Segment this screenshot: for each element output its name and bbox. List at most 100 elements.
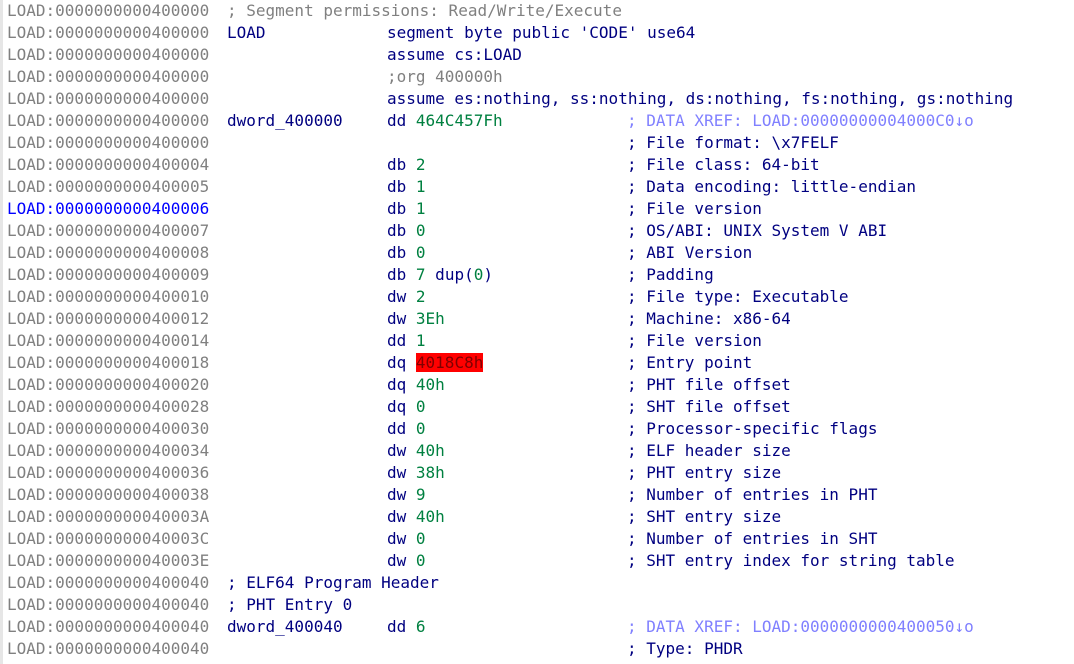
mnemonic: dq (387, 397, 416, 416)
mnemonic: dd (387, 111, 416, 130)
operand[interactable]: 40h (416, 507, 445, 526)
line-address[interactable]: LOAD:0000000000400040 (7, 638, 209, 660)
listing-line[interactable]: LOAD:0000000000400007 db 0 ; OS/ABI: UNIX … (7, 220, 1073, 242)
operand[interactable]: 6 (416, 617, 426, 636)
line-address[interactable]: LOAD:000000000040003C (7, 528, 209, 550)
xref-comment[interactable]: ; DATA XREF: LOAD:00000000004000C0↓o (627, 110, 974, 132)
operand[interactable]: 38h (416, 463, 445, 482)
line-instruction: dq 4018C8h (387, 352, 484, 374)
listing-line[interactable]: LOAD:0000000000400009 db 7 dup(0) ; Paddin… (7, 264, 1073, 286)
listing-line[interactable]: LOAD:000000000040003A dw 40h ; SHT entry s… (7, 506, 1073, 528)
operand[interactable]: 0 (416, 419, 426, 438)
listing-line[interactable]: LOAD:0000000000400010 dw 2 ; File type: Ex… (7, 286, 1073, 308)
listing-line[interactable]: LOAD:0000000000400018 dq 4018C8h ; Entry p… (7, 352, 1073, 374)
line-address[interactable]: LOAD:0000000000400006 (7, 198, 209, 220)
listing-line[interactable]: LOAD:0000000000400028 dq 0 ; SHT file offs… (7, 396, 1073, 418)
line-address[interactable]: LOAD:0000000000400040 (7, 594, 209, 616)
operand[interactable]: 0 (416, 221, 426, 240)
operand[interactable]: 4018C8h (415, 353, 484, 372)
line-address[interactable]: LOAD:0000000000400007 (7, 220, 209, 242)
listing-line[interactable]: LOAD:0000000000400000 dword_400000 dd 464C… (7, 110, 1073, 132)
line-address[interactable]: LOAD:0000000000400000 (7, 132, 209, 154)
line-address[interactable]: LOAD:0000000000400010 (7, 286, 209, 308)
line-address[interactable]: LOAD:0000000000400004 (7, 154, 209, 176)
listing-line[interactable]: LOAD:0000000000400004 db 2 ; File class: 6… (7, 154, 1073, 176)
operand[interactable]: 40h (416, 375, 445, 394)
listing-line[interactable]: LOAD:0000000000400040 dword_400040 dd 6 ; D… (7, 616, 1073, 638)
listing-line[interactable]: LOAD:0000000000400020 dq 40h ; PHT file of… (7, 374, 1073, 396)
line-address[interactable]: LOAD:0000000000400012 (7, 308, 209, 330)
line-address[interactable]: LOAD:0000000000400009 (7, 264, 209, 286)
line-label[interactable]: dword_400040 (227, 616, 343, 638)
operand[interactable]: 0 (416, 529, 426, 548)
line-address[interactable]: LOAD:0000000000400000 (7, 88, 209, 110)
operand[interactable]: 2 (416, 287, 426, 306)
line-instruction: dw 0 (387, 550, 426, 572)
operand[interactable]: 1 (416, 199, 426, 218)
line-comment: ; Type: PHDR (627, 639, 743, 658)
listing-line[interactable]: LOAD:0000000000400000 ; File format: \x7F… (7, 132, 1073, 154)
operand[interactable]: 0 (416, 397, 426, 416)
listing-line[interactable]: LOAD:0000000000400040 ; Type: PHDR (7, 638, 1073, 660)
disassembly-listing[interactable]: LOAD:0000000000400000 ; Segment permissio… (0, 0, 1074, 664)
listing-line[interactable]: LOAD:0000000000400040 ; ELF64 Program Hea… (7, 572, 1073, 594)
line-address[interactable]: LOAD:0000000000400000 (7, 66, 209, 88)
line-address[interactable]: LOAD:0000000000400008 (7, 242, 209, 264)
line-comment: ; Entry point (627, 353, 753, 372)
operand[interactable]: 1 (416, 177, 426, 196)
line-instruction: dq 40h (387, 374, 445, 396)
listing-line[interactable]: LOAD:0000000000400038 dw 9 ; Number of ent… (7, 484, 1073, 506)
mnemonic: dw (387, 551, 416, 570)
operand[interactable]: 464C457Fh (416, 111, 503, 130)
listing-line[interactable]: LOAD:0000000000400036 dw 38h ; PHT entry s… (7, 462, 1073, 484)
listing-line[interactable]: LOAD:0000000000400030 dd 0 ; Processor-spe… (7, 418, 1073, 440)
line-address[interactable]: LOAD:0000000000400034 (7, 440, 209, 462)
line-address[interactable]: LOAD:0000000000400038 (7, 484, 209, 506)
line-label[interactable]: LOAD (227, 22, 266, 44)
line-instruction: dw 9 (387, 484, 426, 506)
line-address[interactable]: LOAD:0000000000400000 (7, 0, 209, 22)
line-address[interactable]: LOAD:0000000000400000 (7, 44, 209, 66)
line-instruction: dd 6 (387, 616, 426, 638)
xref-comment[interactable]: ; DATA XREF: LOAD:0000000000400050↓o (627, 616, 974, 638)
listing-line[interactable]: LOAD:0000000000400012 dw 3Eh ; Machine: x8… (7, 308, 1073, 330)
listing-line[interactable]: LOAD:0000000000400006 db 1 ; File version (7, 198, 1073, 220)
line-address[interactable]: LOAD:000000000040003A (7, 506, 209, 528)
operand[interactable]: 7 (416, 265, 426, 284)
listing-line[interactable]: LOAD:0000000000400014 dd 1 ; File version (7, 330, 1073, 352)
listing-line[interactable]: LOAD:0000000000400000 assume cs:LOAD (7, 44, 1073, 66)
line-comment: ; SHT entry index for string table (627, 551, 955, 570)
listing-line[interactable]: LOAD:000000000040003E dw 0 ; SHT entry ind… (7, 550, 1073, 572)
line-address[interactable]: LOAD:0000000000400040 (7, 616, 209, 638)
line-address[interactable]: LOAD:0000000000400000 (7, 22, 209, 44)
line-comment: ; File class: 64-bit (627, 155, 820, 174)
line-address[interactable]: LOAD:000000000040003E (7, 550, 209, 572)
listing-line[interactable]: LOAD:0000000000400000 assume es:nothing, … (7, 88, 1073, 110)
listing-line[interactable]: LOAD:0000000000400000 LOAD segment byte pu… (7, 22, 1073, 44)
line-comment: ; Machine: x86-64 (627, 309, 791, 328)
listing-line[interactable]: LOAD:0000000000400005 db 1 ; Data encoding… (7, 176, 1073, 198)
listing-line[interactable]: LOAD:0000000000400034 dw 40h ; ELF header … (7, 440, 1073, 462)
listing-line[interactable]: LOAD:0000000000400040 ; PHT Entry 0 (7, 594, 1073, 616)
operand[interactable]: 0 (416, 243, 426, 262)
line-address[interactable]: LOAD:0000000000400005 (7, 176, 209, 198)
line-address[interactable]: LOAD:0000000000400014 (7, 330, 209, 352)
operand[interactable]: 0 (416, 551, 426, 570)
line-address[interactable]: LOAD:0000000000400000 (7, 110, 209, 132)
line-address[interactable]: LOAD:0000000000400028 (7, 396, 209, 418)
line-address[interactable]: LOAD:0000000000400018 (7, 352, 209, 374)
listing-line[interactable]: LOAD:000000000040003C dw 0 ; Number of ent… (7, 528, 1073, 550)
operand[interactable]: 3Eh (416, 309, 445, 328)
listing-line[interactable]: LOAD:0000000000400000 ; Segment permissio… (7, 0, 1073, 22)
listing-line[interactable]: LOAD:0000000000400000 ;org 400000h (7, 66, 1073, 88)
line-address[interactable]: LOAD:0000000000400020 (7, 374, 209, 396)
operand[interactable]: 1 (416, 331, 426, 350)
line-address[interactable]: LOAD:0000000000400030 (7, 418, 209, 440)
line-label[interactable]: dword_400000 (227, 110, 343, 132)
operand[interactable]: 2 (416, 155, 426, 174)
operand[interactable]: 40h (416, 441, 445, 460)
line-address[interactable]: LOAD:0000000000400040 (7, 572, 209, 594)
listing-line[interactable]: LOAD:0000000000400008 db 0 ; ABI Version (7, 242, 1073, 264)
line-address[interactable]: LOAD:0000000000400036 (7, 462, 209, 484)
operand[interactable]: 9 (416, 485, 426, 504)
